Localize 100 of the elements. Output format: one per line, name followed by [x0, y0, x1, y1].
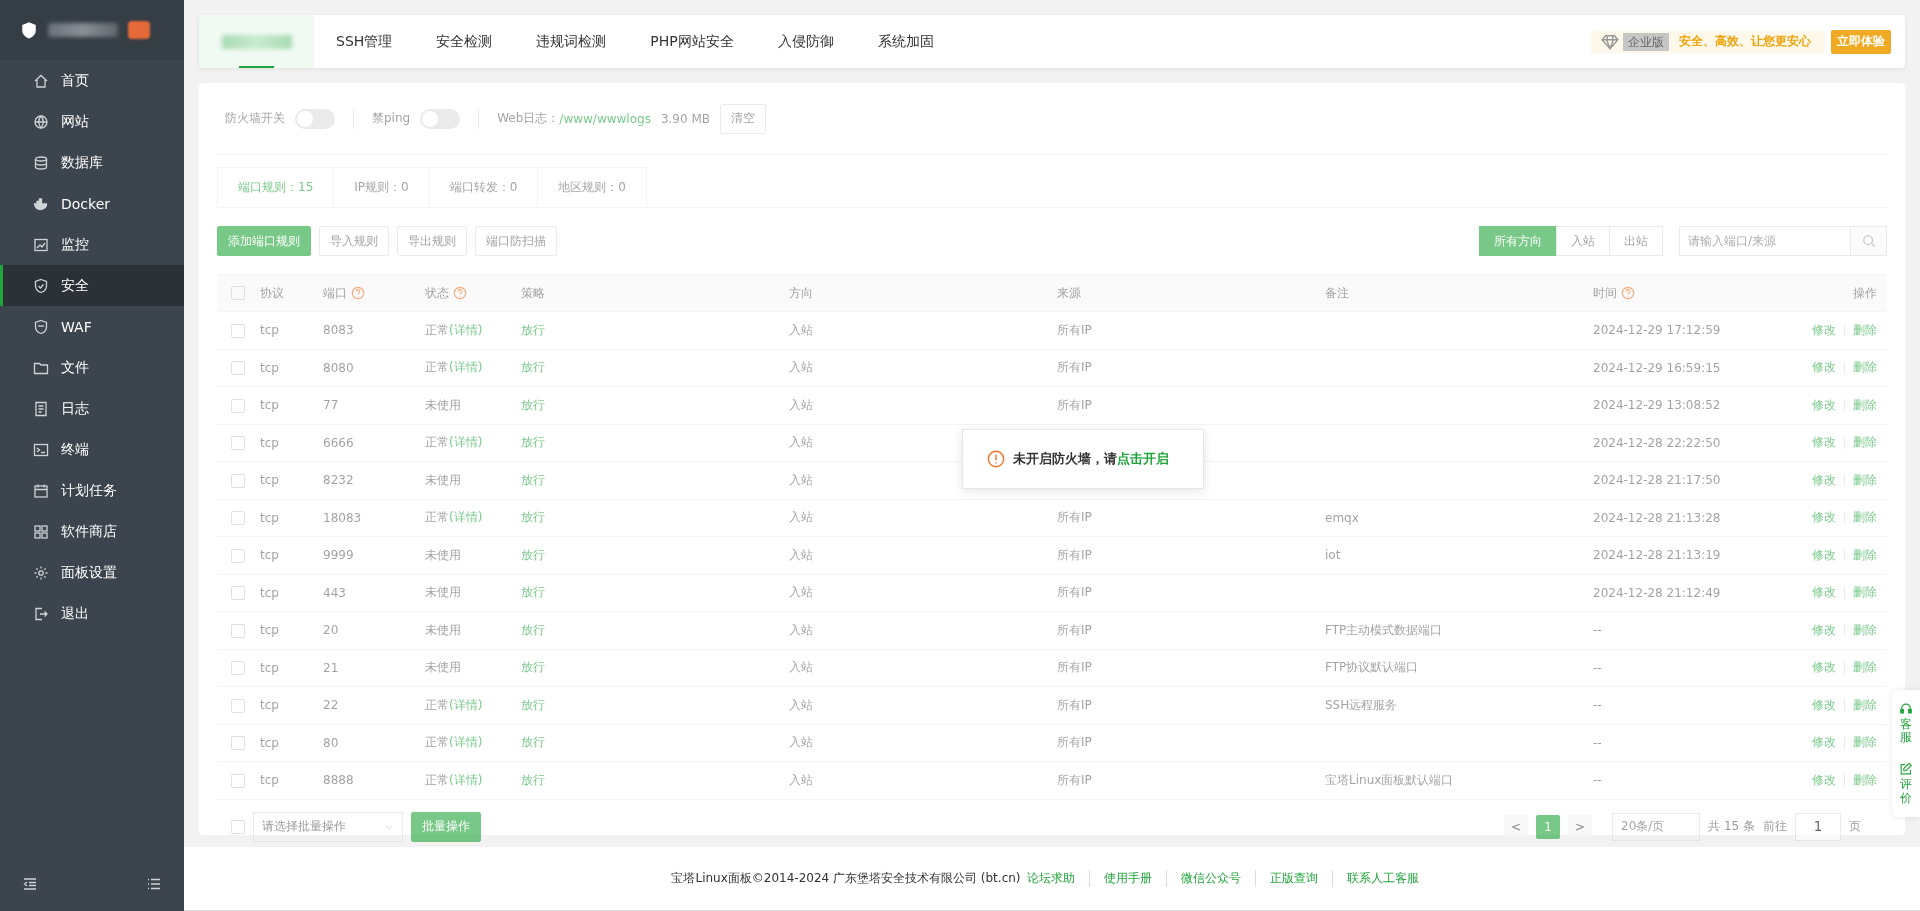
delete-link[interactable]: 删除 — [1853, 585, 1877, 600]
row-checkbox[interactable] — [231, 773, 245, 788]
sidebar-item[interactable]: 首页 — [0, 60, 184, 101]
row-checkbox[interactable] — [231, 361, 245, 375]
select-all-checkbox[interactable] — [231, 286, 245, 301]
top-tab[interactable]: 入侵防御 — [755, 15, 856, 68]
top-tab[interactable]: 违规词检测 — [514, 15, 629, 68]
direction-filter-button[interactable]: 出站 — [1609, 226, 1663, 256]
edit-link[interactable]: 修改 — [1812, 697, 1836, 712]
action-button[interactable]: 导出规则 — [397, 226, 467, 256]
top-tab[interactable] — [199, 15, 314, 68]
rule-tab[interactable]: 端口规则：15 — [217, 167, 335, 207]
batch-select[interactable]: 请选择批量操作 — [253, 811, 403, 842]
sidebar-item[interactable]: 计划任务 — [0, 470, 184, 511]
top-tab[interactable]: SSH管理 — [314, 15, 415, 68]
sidebar-item[interactable]: 数据库 — [0, 142, 184, 183]
top-tab[interactable]: 安全检测 — [414, 15, 515, 68]
edit-link[interactable]: 修改 — [1812, 435, 1836, 450]
detail-link[interactable]: (详情) — [449, 360, 483, 375]
goto-page-field[interactable]: 1 — [1795, 812, 1841, 841]
footer-link[interactable]: 联系人工客服 — [1331, 870, 1433, 887]
sidebar-item[interactable]: 日志 — [0, 388, 184, 429]
delete-link[interactable]: 删除 — [1853, 735, 1877, 750]
detail-link[interactable]: (详情) — [449, 735, 483, 750]
floating-panel-item[interactable]: 客服 — [1900, 718, 1912, 745]
try-now-button[interactable]: 立即体验 — [1831, 29, 1891, 54]
delete-link[interactable]: 删除 — [1853, 547, 1877, 562]
direction-filter-button[interactable]: 所有方向 — [1479, 226, 1557, 256]
sidebar-item[interactable]: 软件商店 — [0, 511, 184, 552]
database-icon — [33, 154, 49, 171]
sidebar-item[interactable]: Docker — [0, 183, 184, 224]
direction-filter-button[interactable]: 入站 — [1556, 226, 1610, 256]
footer-link[interactable]: 微信公众号 — [1165, 870, 1255, 887]
edit-link[interactable]: 修改 — [1812, 547, 1836, 562]
edit-link[interactable]: 修改 — [1812, 510, 1836, 525]
action-button[interactable]: 端口防扫描 — [475, 226, 557, 256]
edit-link[interactable]: 修改 — [1812, 622, 1836, 637]
row-checkbox[interactable] — [231, 661, 245, 675]
enable-firewall-link[interactable]: 点击开启 — [1117, 451, 1169, 466]
menu-icon[interactable] — [146, 876, 162, 892]
footer-link[interactable]: 正版查询 — [1254, 870, 1332, 887]
detail-link[interactable]: (详情) — [449, 510, 483, 525]
top-tab[interactable]: PHP网站安全 — [628, 15, 756, 68]
edit-link[interactable]: 修改 — [1812, 322, 1836, 337]
footer-link[interactable]: 论坛求助 — [1020, 870, 1089, 887]
edit-link[interactable]: 修改 — [1812, 735, 1836, 750]
rule-tab[interactable]: IP规则：0 — [333, 167, 430, 207]
action-button[interactable]: 导入规则 — [319, 226, 389, 256]
delete-link[interactable]: 删除 — [1853, 622, 1877, 637]
delete-link[interactable]: 删除 — [1853, 472, 1877, 487]
sidebar-item[interactable]: 终端 — [0, 429, 184, 470]
search-button[interactable] — [1850, 227, 1886, 255]
row-checkbox[interactable] — [231, 586, 245, 600]
delete-link[interactable]: 删除 — [1853, 772, 1877, 787]
detail-link[interactable]: (详情) — [449, 322, 483, 337]
edit-link[interactable]: 修改 — [1812, 660, 1836, 675]
row-checkbox[interactable] — [231, 623, 245, 638]
detail-link[interactable]: (详情) — [449, 772, 483, 787]
delete-link[interactable]: 删除 — [1853, 360, 1877, 375]
page-button[interactable]: 1 — [1536, 814, 1561, 839]
select-all-checkbox[interactable] — [231, 819, 245, 834]
edit-link[interactable]: 修改 — [1812, 360, 1836, 375]
sidebar-item[interactable]: 文件 — [0, 347, 184, 388]
row-checkbox[interactable] — [231, 736, 245, 750]
sidebar-item[interactable]: 面板设置 — [0, 552, 184, 593]
sidebar-item[interactable]: 安全 — [0, 265, 184, 306]
row-checkbox[interactable] — [231, 436, 245, 450]
rule-tab[interactable]: 地区规则：0 — [537, 167, 647, 207]
row-checkbox[interactable] — [231, 473, 245, 488]
delete-link[interactable]: 删除 — [1853, 660, 1877, 675]
edit-link[interactable]: 修改 — [1812, 585, 1836, 600]
row-checkbox[interactable] — [231, 698, 245, 713]
collapse-icon[interactable] — [22, 876, 38, 892]
row-checkbox[interactable] — [231, 398, 245, 413]
delete-link[interactable]: 删除 — [1853, 322, 1877, 337]
row-checkbox[interactable] — [231, 548, 245, 563]
delete-link[interactable]: 删除 — [1853, 697, 1877, 712]
search-field[interactable]: 请输入端口/来源 — [1679, 226, 1887, 256]
footer-link[interactable]: 使用手册 — [1088, 870, 1166, 887]
detail-link[interactable]: (详情) — [449, 435, 483, 450]
edit-link[interactable]: 修改 — [1812, 472, 1836, 487]
action-button[interactable]: 添加端口规则 — [217, 226, 311, 256]
row-checkbox[interactable] — [231, 323, 245, 338]
floating-panel-item[interactable]: 评价 — [1900, 778, 1912, 805]
delete-link[interactable]: 删除 — [1853, 435, 1877, 450]
delete-link[interactable]: 删除 — [1853, 510, 1877, 525]
sidebar-item[interactable]: 网站 — [0, 101, 184, 142]
page-size-select[interactable]: 20条/页 — [1612, 812, 1701, 841]
log-path-link[interactable]: /www/wwwlogs — [559, 111, 651, 126]
sidebar-item[interactable]: 监控 — [0, 224, 184, 265]
sidebar-item[interactable]: WAF — [0, 306, 184, 347]
clear-button[interactable]: 清空 — [720, 103, 766, 134]
detail-link[interactable]: (详情) — [449, 697, 483, 712]
delete-link[interactable]: 删除 — [1853, 397, 1877, 412]
row-checkbox[interactable] — [231, 511, 245, 525]
batch-button[interactable]: 批量操作 — [411, 811, 481, 842]
edit-link[interactable]: 修改 — [1812, 397, 1836, 412]
top-tab[interactable]: 系统加固 — [855, 15, 956, 68]
sidebar-item[interactable]: 退出 — [0, 593, 184, 634]
edit-link[interactable]: 修改 — [1812, 772, 1836, 787]
